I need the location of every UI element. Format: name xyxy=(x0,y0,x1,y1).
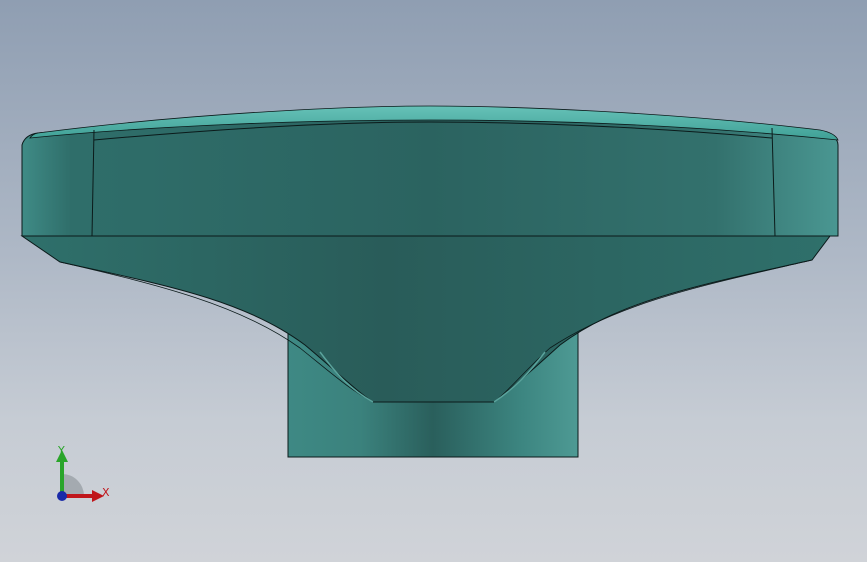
top-rim[interactable] xyxy=(21,105,839,237)
model-view[interactable] xyxy=(0,0,867,562)
orientation-triad: Y X xyxy=(56,444,110,502)
x-axis-label: X xyxy=(102,486,110,499)
z-axis-dot xyxy=(57,491,67,501)
flared-body[interactable] xyxy=(20,235,831,403)
y-axis-label: Y xyxy=(57,444,65,457)
graphics-viewport[interactable]: Y X xyxy=(0,0,867,562)
